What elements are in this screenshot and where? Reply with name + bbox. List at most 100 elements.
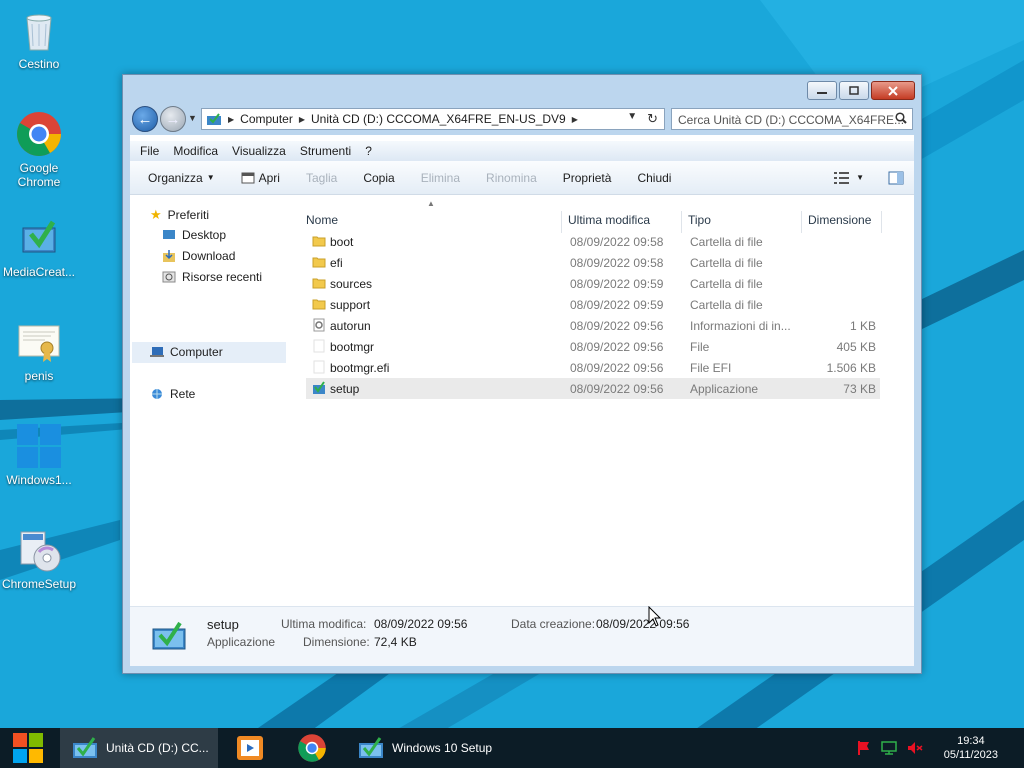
network-icon[interactable]: [880, 740, 898, 756]
nav-item-download[interactable]: Download: [162, 249, 235, 263]
network-icon: [152, 389, 162, 399]
nav-item-recent[interactable]: Risorse recenti: [162, 270, 262, 284]
search-input[interactable]: Cerca Unità CD (D:) CCCOMA_X64FRE...: [671, 108, 913, 130]
nav-item-computer[interactable]: Computer: [150, 345, 223, 359]
column-divider[interactable]: [881, 211, 882, 233]
table-row[interactable]: bootmgr.efi 08/09/2022 09:56 File EFI 1.…: [306, 357, 880, 378]
media-creation-tool-icon: [359, 737, 383, 758]
file-modified: 08/09/2022 09:58: [570, 256, 664, 270]
open-button[interactable]: Apri: [233, 171, 288, 185]
menu-help[interactable]: ?: [365, 144, 372, 158]
delete-label: Elimina: [420, 170, 461, 185]
taskbar-item-media-player[interactable]: [222, 728, 278, 768]
navigation-pane: ★ Preferiti Desktop Download Risorse rec…: [130, 197, 294, 601]
taskbar-item-label: Unità CD (D:) CC...: [106, 741, 209, 755]
table-row[interactable]: boot 08/09/2022 09:58 Cartella di file: [306, 231, 880, 252]
column-header-type[interactable]: Tipo: [688, 213, 711, 227]
desktop-icon-windows[interactable]: Windows1...: [0, 422, 79, 487]
column-divider[interactable]: [801, 211, 802, 233]
desktop-icon-chrome[interactable]: Google Chrome: [0, 110, 79, 189]
desktop-icon-chrome-setup[interactable]: ChromeSetup: [0, 526, 79, 591]
cut-label: Taglia: [305, 170, 338, 185]
file-name: bootmgr: [330, 340, 375, 354]
folder-icon: [312, 278, 326, 289]
chrome-icon: [17, 112, 61, 156]
details-created-value: 08/09/2022 09:56: [596, 617, 690, 631]
back-button[interactable]: ←: [132, 106, 158, 132]
details-modified-label: Ultima modifica:: [281, 617, 367, 631]
taskbar-item-chrome[interactable]: [284, 728, 340, 768]
volume-muted-icon[interactable]: [906, 740, 924, 756]
recent-places-icon: [162, 271, 176, 283]
cd-drive-icon: [207, 113, 221, 125]
recent-pages-dropdown[interactable]: ▼: [188, 113, 197, 123]
maximize-icon: [849, 85, 859, 95]
setup-app-icon: [152, 621, 186, 650]
table-row[interactable]: autorun 08/09/2022 09:56 Informazioni di…: [306, 315, 880, 336]
column-header-size[interactable]: Dimensione: [808, 213, 871, 227]
delete-button[interactable]: Elimina: [413, 171, 468, 185]
taskbar-item-explorer[interactable]: Unità CD (D:) CC...: [60, 728, 218, 768]
nav-label: Risorse recenti: [182, 270, 263, 284]
computer-icon: [150, 347, 164, 357]
desktop-icon-recycle-bin[interactable]: Cestino: [0, 6, 79, 71]
rename-button[interactable]: Rinomina: [478, 171, 545, 185]
refresh-icon[interactable]: ↻: [647, 111, 658, 127]
properties-button[interactable]: Proprietà: [555, 171, 620, 185]
desktop-icon-certificate[interactable]: penis: [0, 318, 79, 383]
system-clock[interactable]: 19:34 05/11/2023: [944, 734, 998, 762]
nav-item-network[interactable]: Rete: [150, 387, 195, 401]
breadcrumb-cd-drive[interactable]: Unità CD (D:) CCCOMA_X64FRE_EN-US_DV9: [311, 112, 566, 126]
column-header-name[interactable]: Nome: [306, 213, 338, 227]
file-modified: 08/09/2022 09:59: [570, 298, 664, 312]
file-type: Cartella di file: [690, 298, 763, 312]
table-row[interactable]: bootmgr 08/09/2022 09:56 File 405 KB: [306, 336, 880, 357]
maximize-button[interactable]: [839, 81, 869, 100]
menu-view[interactable]: Visualizza: [232, 144, 286, 158]
forward-button[interactable]: →: [160, 106, 186, 132]
column-divider[interactable]: [561, 211, 562, 233]
column-header-modified[interactable]: Ultima modifica: [568, 213, 650, 227]
table-row[interactable]: support 08/09/2022 09:59 Cartella di fil…: [306, 294, 880, 315]
preview-pane-icon[interactable]: [888, 171, 904, 185]
action-center-flag-icon[interactable]: [856, 740, 872, 756]
close-icon: [888, 85, 898, 96]
close-command-button[interactable]: Chiudi: [629, 171, 679, 185]
file-size: 405 KB: [836, 340, 876, 354]
minimize-button[interactable]: [807, 81, 837, 100]
nav-item-favorites[interactable]: ★ Preferiti: [150, 207, 209, 223]
close-window-button[interactable]: [871, 81, 915, 100]
organize-button[interactable]: Organizza ▼: [140, 171, 223, 185]
table-row[interactable]: sources 08/09/2022 09:59 Cartella di fil…: [306, 273, 880, 294]
table-row-selected[interactable]: setup 08/09/2022 09:56 Applicazione 73 K…: [306, 378, 880, 399]
start-button[interactable]: [0, 728, 56, 768]
nav-item-desktop[interactable]: Desktop: [162, 228, 226, 242]
address-dropdown-icon[interactable]: ▼: [627, 111, 637, 127]
cut-button[interactable]: Taglia: [298, 171, 345, 185]
taskbar-item-label: Windows 10 Setup: [392, 741, 493, 755]
menu-file[interactable]: File: [140, 144, 159, 158]
folder-icon: [312, 299, 326, 310]
file-modified: 08/09/2022 09:59: [570, 277, 664, 291]
desktop-icon-label: ChromeSetup: [1, 577, 77, 591]
chevron-down-icon: ▼: [856, 173, 864, 182]
search-icon: [895, 112, 907, 127]
taskbar-item-windows-setup[interactable]: Windows 10 Setup: [346, 728, 504, 768]
copy-button[interactable]: Copia: [355, 171, 402, 185]
desktop-icon-media-creation-tool[interactable]: MediaCreat...: [0, 214, 79, 279]
command-bar: Organizza ▼ Apri Taglia Copia Elimina Ri…: [130, 161, 914, 195]
breadcrumb-computer[interactable]: Computer: [240, 112, 293, 126]
details-created-label: Data creazione:: [511, 617, 596, 631]
file-type: Cartella di file: [690, 256, 763, 270]
column-divider[interactable]: [681, 211, 682, 233]
file-type: Cartella di file: [690, 235, 763, 249]
menu-tools[interactable]: Strumenti: [300, 144, 351, 158]
table-row[interactable]: efi 08/09/2022 09:58 Cartella di file: [306, 252, 880, 273]
file-name: support: [330, 298, 371, 312]
file-size: 1 KB: [849, 319, 876, 333]
details-pane: setup Applicazione Ultima modifica: 08/0…: [130, 606, 914, 666]
menu-edit[interactable]: Modifica: [173, 144, 218, 158]
change-view-button[interactable]: ▼: [834, 171, 864, 184]
address-bar[interactable]: ▶ Computer ▶ Unità CD (D:) CCCOMA_X64FRE…: [201, 108, 665, 130]
breadcrumb-separator-icon: ▶: [228, 114, 235, 124]
